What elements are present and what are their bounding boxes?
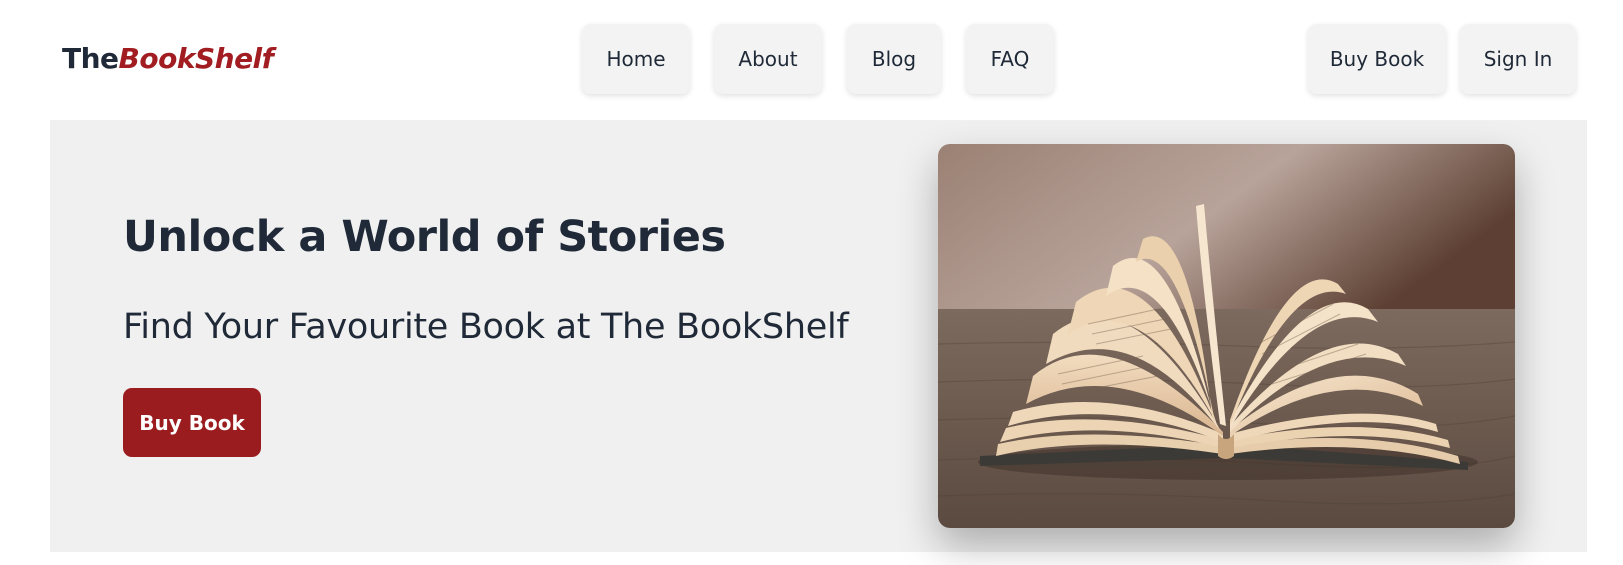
nav-home-button[interactable]: Home xyxy=(582,24,690,94)
logo-brand: BookShelf xyxy=(118,42,274,75)
header-buy-book-button[interactable]: Buy Book xyxy=(1308,24,1446,94)
page: TheBookShelf Home About Blog FAQ Buy Boo… xyxy=(0,0,1623,565)
nav-blog-button[interactable]: Blog xyxy=(847,24,941,94)
hero-subtitle: Find Your Favourite Book at The BookShel… xyxy=(123,307,849,347)
nav-faq-button[interactable]: FAQ xyxy=(966,24,1054,94)
hero-title: Unlock a World of Stories xyxy=(123,212,726,262)
hero-buy-book-button[interactable]: Buy Book xyxy=(123,388,261,457)
sign-in-button[interactable]: Sign In xyxy=(1460,24,1576,94)
open-book-image xyxy=(938,144,1515,528)
open-book-photo-icon xyxy=(938,144,1515,528)
site-header: TheBookShelf Home About Blog FAQ Buy Boo… xyxy=(0,0,1623,120)
logo-prefix: The xyxy=(62,42,119,75)
site-logo[interactable]: TheBookShelf xyxy=(62,42,274,75)
nav-about-button[interactable]: About xyxy=(714,24,822,94)
